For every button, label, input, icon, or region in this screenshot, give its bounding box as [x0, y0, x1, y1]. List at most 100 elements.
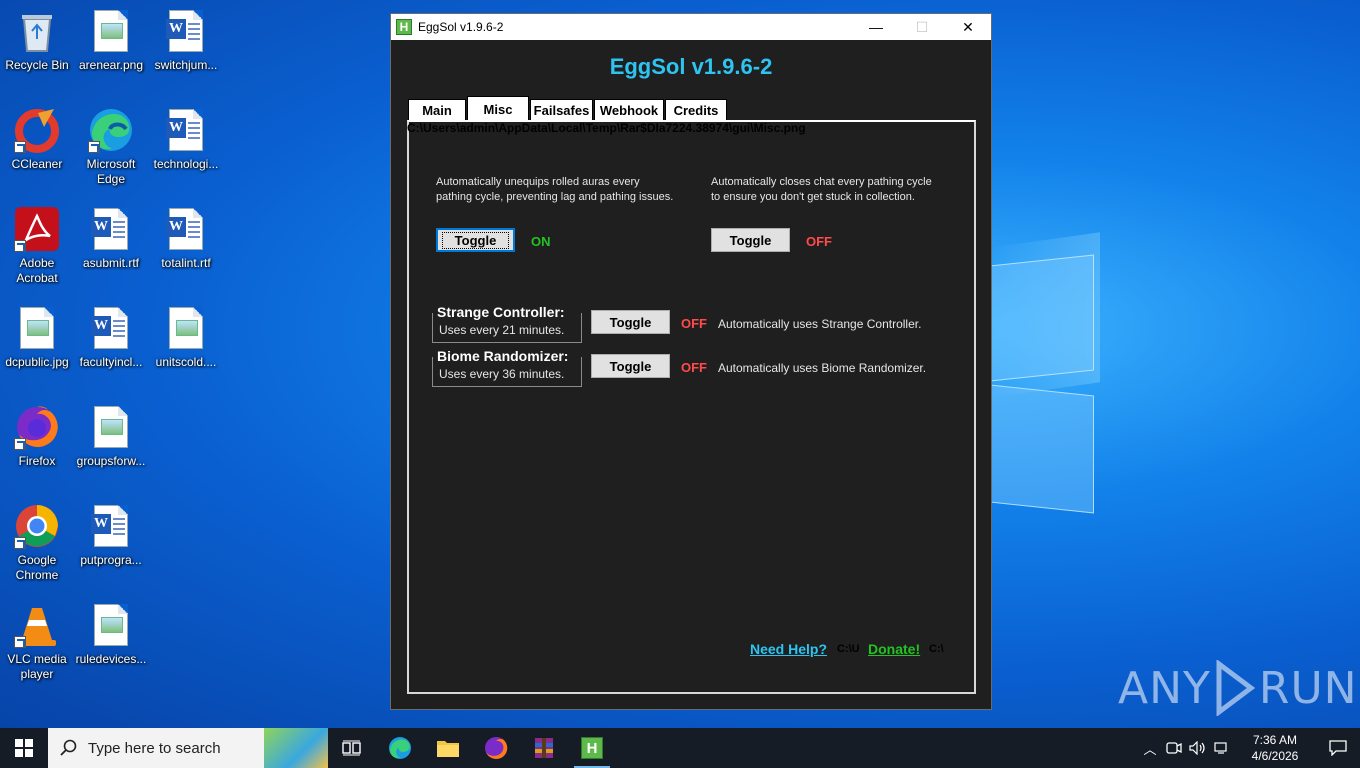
icon-label: arenear.png — [78, 58, 144, 72]
notification-center-button[interactable] — [1316, 728, 1360, 768]
start-button[interactable] — [0, 728, 48, 768]
strange-controller-title: Strange Controller: — [437, 304, 567, 320]
unequip-toggle-button[interactable]: Toggle — [436, 228, 515, 252]
desktop-icon-vlc[interactable]: VLC media player — [0, 602, 74, 682]
desktop-icon-adobe-acrobat[interactable]: Adobe Acrobat — [0, 206, 74, 286]
close-chat-status: OFF — [806, 234, 832, 249]
strange-controller-interval: Uses every 21 minutes. — [439, 323, 565, 337]
tab-credits[interactable]: Credits — [665, 99, 727, 121]
icon-label: unitscold.... — [155, 355, 217, 369]
strange-controller-toggle-button[interactable]: Toggle — [591, 310, 670, 334]
taskbar-clock[interactable]: 7:36 AM 4/6/2026 — [1234, 732, 1316, 764]
desktop-icon-dcpublic[interactable]: dcpublic.jpg — [0, 305, 74, 370]
search-icon — [60, 739, 77, 756]
misc-tab-panel — [407, 120, 976, 694]
taskbar-winrar-button[interactable] — [520, 728, 568, 768]
missing-image-path: C:\Users\admin\AppData\Local\Temp\Rar$DI… — [407, 121, 806, 135]
ccleaner-icon — [14, 107, 60, 153]
adobe-acrobat-icon — [14, 206, 60, 252]
word-document-icon: W — [88, 305, 134, 351]
help-link-image-path: C:\U — [837, 643, 860, 655]
taskbar-file-explorer-button[interactable] — [424, 728, 472, 768]
taskbar-eggsol-button[interactable]: H — [568, 728, 616, 768]
eggsol-app-icon: H — [396, 19, 412, 35]
task-view-button[interactable] — [328, 728, 376, 768]
image-file-icon — [88, 602, 134, 648]
icon-label: ruledevices... — [75, 652, 147, 666]
close-chat-description: Automatically closes chat every pathing … — [711, 176, 932, 203]
maximize-button[interactable]: ☐ — [899, 14, 945, 40]
windows-start-icon — [15, 739, 33, 757]
taskbar: Type here to search H ︿ 7:36 AM 4/6/2026 — [0, 728, 1360, 768]
taskbar-firefox-button[interactable] — [472, 728, 520, 768]
eggsol-window: H EggSol v1.9.6-2 — ☐ ✕ EggSol v1.9.6-2 … — [390, 13, 992, 710]
biome-randomizer-toggle-button[interactable]: Toggle — [591, 354, 670, 378]
icon-label: Recycle Bin — [5, 58, 69, 72]
desktop-icon-facultyincl[interactable]: W facultyincl... — [74, 305, 148, 370]
icon-label: Adobe Acrobat — [16, 256, 58, 285]
chevron-up-icon[interactable]: ︿ — [1138, 728, 1162, 768]
donate-link-image-path: C:\ — [929, 643, 944, 655]
clock-date: 4/6/2026 — [1251, 749, 1299, 763]
biome-randomizer-description: Automatically uses Biome Randomizer. — [718, 361, 927, 375]
meet-now-icon[interactable] — [1162, 728, 1186, 768]
need-help-link[interactable]: Need Help? — [750, 641, 827, 657]
icon-label: facultyincl... — [79, 355, 143, 369]
system-tray: ︿ 7:36 AM 4/6/2026 — [1138, 728, 1360, 768]
window-titlebar[interactable]: H EggSol v1.9.6-2 — ☐ ✕ — [391, 14, 991, 40]
donate-link[interactable]: Donate! — [868, 641, 920, 657]
desktop-icon-ccleaner[interactable]: CCleaner — [0, 107, 74, 172]
clock-time: 7:36 AM — [1252, 733, 1298, 747]
close-chat-toggle-button[interactable]: Toggle — [711, 228, 790, 252]
notification-icon — [1329, 740, 1347, 756]
taskbar-search-box[interactable]: Type here to search — [48, 728, 328, 768]
edge-icon — [88, 107, 134, 153]
desktop-icon-groupsforw[interactable]: groupsforw... — [74, 404, 148, 469]
strange-controller-status: OFF — [681, 316, 707, 331]
chrome-icon — [14, 503, 60, 549]
desktop-icon-arenear[interactable]: arenear.png — [74, 8, 148, 73]
search-highlight-image — [264, 728, 328, 768]
desktop-icon-switchjum[interactable]: W switchjum... — [149, 8, 223, 73]
icon-label: technologi... — [153, 157, 219, 171]
desktop-icon-microsoft-edge[interactable]: Microsoft Edge — [74, 107, 148, 187]
desktop-icon-google-chrome[interactable]: Google Chrome — [0, 503, 74, 583]
icon-label: dcpublic.jpg — [5, 355, 69, 369]
desktop-icon-putprogra[interactable]: W putprogra... — [74, 503, 148, 568]
tab-webhook[interactable]: Webhook — [594, 99, 664, 121]
volume-icon[interactable] — [1186, 728, 1210, 768]
tab-main[interactable]: Main — [408, 99, 466, 121]
desktop-icon-unitscold[interactable]: unitscold.... — [149, 305, 223, 370]
taskbar-edge-button[interactable] — [376, 728, 424, 768]
desktop-icon-technologi[interactable]: W technologi... — [149, 107, 223, 172]
edge-icon — [389, 737, 411, 759]
recycle-bin-icon — [14, 8, 60, 54]
tab-failsafes[interactable]: Failsafes — [530, 99, 593, 121]
vlc-cone-icon — [14, 602, 60, 648]
desktop-icon-asubmit[interactable]: W asubmit.rtf — [74, 206, 148, 271]
strange-controller-description: Automatically uses Strange Controller. — [718, 317, 922, 331]
desktop-icon-recycle-bin[interactable]: Recycle Bin — [0, 8, 74, 73]
network-icon[interactable] — [1210, 728, 1234, 768]
word-document-icon: W — [88, 503, 134, 549]
image-file-icon — [163, 305, 209, 351]
icon-label: Firefox — [18, 454, 56, 468]
desktop-icon-totalint[interactable]: W totalint.rtf — [149, 206, 223, 271]
biome-randomizer-title: Biome Randomizer: — [437, 348, 571, 364]
minimize-button[interactable]: — — [853, 14, 899, 40]
app-heading: EggSol v1.9.6-2 — [609, 54, 773, 79]
shortcut-arrow-icon — [14, 240, 26, 252]
eggsol-app-icon: H — [581, 737, 603, 759]
desktop-icon-firefox[interactable]: Firefox — [0, 404, 74, 469]
strange-controller-group: Strange Controller: Uses every 21 minute… — [432, 304, 582, 343]
icon-label: totalint.rtf — [161, 256, 211, 270]
close-button[interactable]: ✕ — [945, 14, 991, 40]
shortcut-arrow-icon — [14, 537, 26, 549]
play-logo-icon — [1216, 660, 1255, 716]
word-document-icon: W — [163, 8, 209, 54]
tab-misc[interactable]: Misc — [467, 96, 529, 121]
anyrun-watermark: ANY RUN — [1118, 660, 1358, 716]
biome-randomizer-interval: Uses every 36 minutes. — [439, 367, 565, 381]
desktop-icon-ruledevices[interactable]: ruledevices... — [74, 602, 148, 667]
winrar-icon — [535, 738, 553, 758]
